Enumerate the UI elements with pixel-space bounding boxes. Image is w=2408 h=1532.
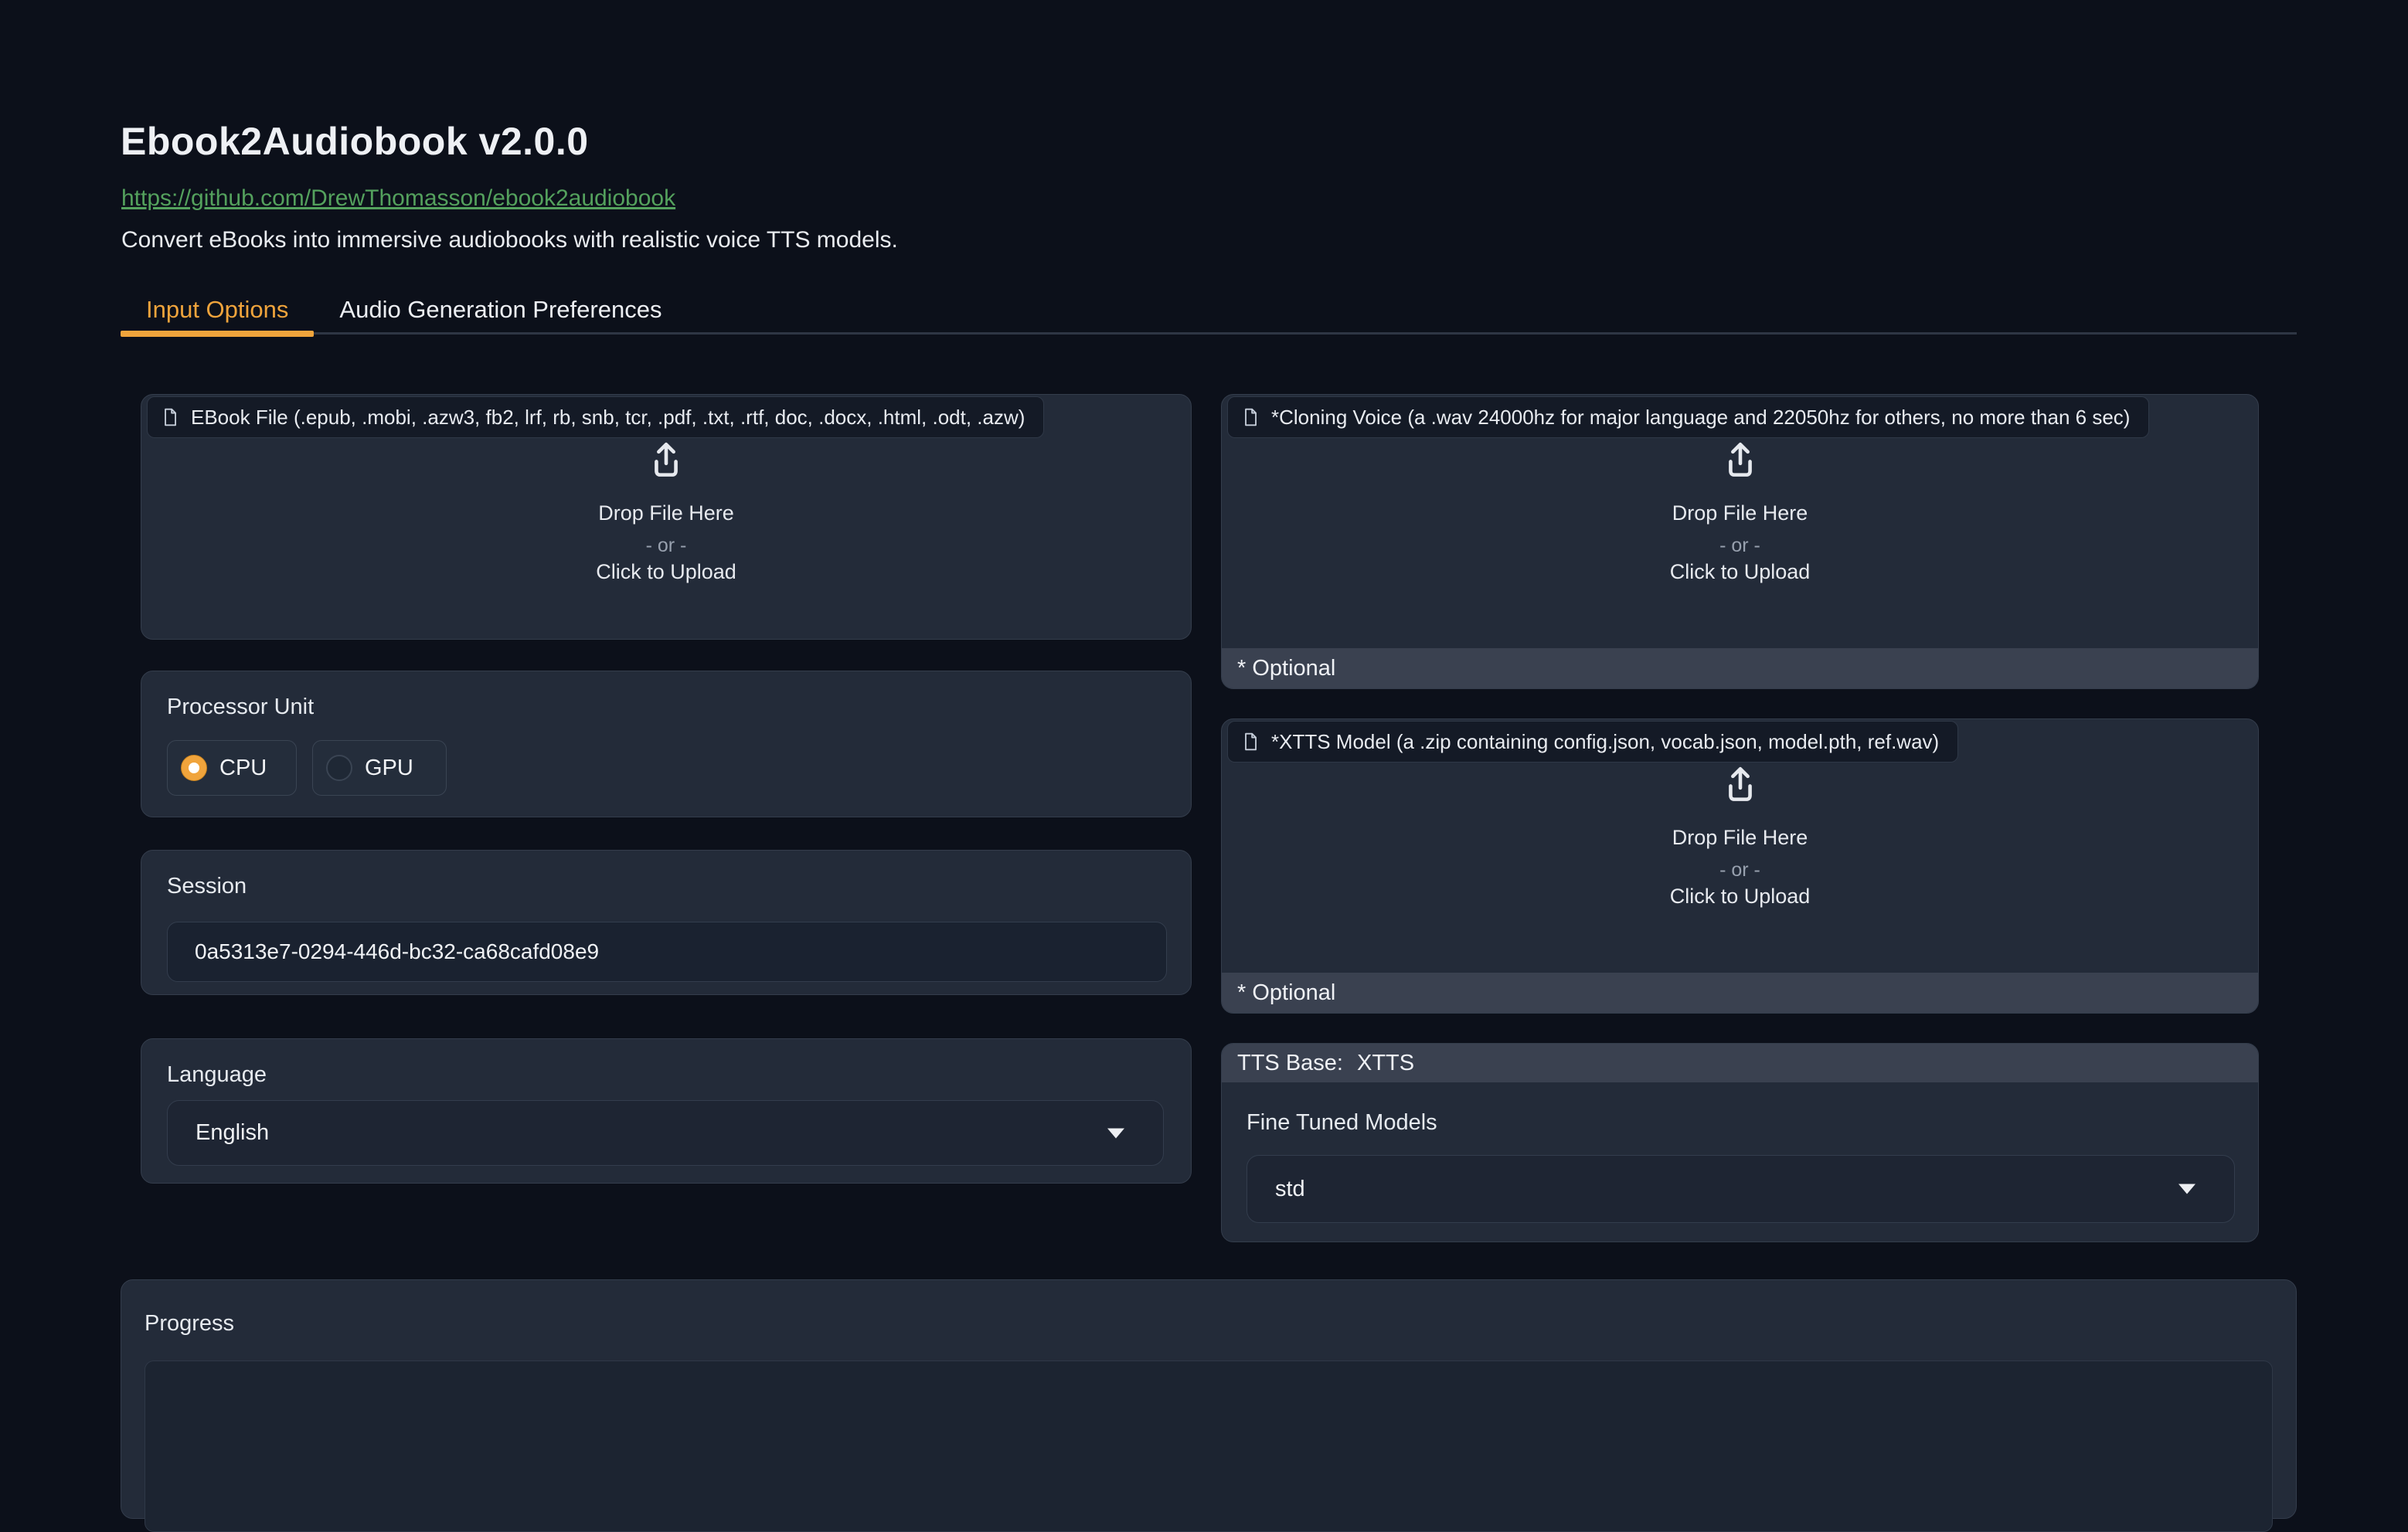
drop-file-here-text: Drop File Here <box>1222 501 2258 525</box>
upload-icon <box>1718 438 1763 483</box>
drop-file-here-text: Drop File Here <box>1222 826 2258 850</box>
xtts-model-label-chip: *XTTS Model (a .zip containing config.js… <box>1227 721 1958 763</box>
tts-base-label: TTS Base: <box>1237 1051 1343 1076</box>
tab-input-options[interactable]: Input Options <box>121 287 314 332</box>
tts-base-panel: TTS Base: XTTS Fine Tuned Models std <box>1221 1043 2259 1242</box>
drop-file-here-text: Drop File Here <box>141 501 1191 525</box>
session-label: Session <box>167 874 247 899</box>
ebook-file-label-chip: EBook File (.epub, .mobi, .azw3, fb2, lr… <box>147 396 1044 438</box>
page-title: Ebook2Audiobook v2.0.0 <box>121 119 589 164</box>
tts-base-value: XTTS <box>1357 1051 1414 1076</box>
fine-tuned-models-label: Fine Tuned Models <box>1247 1110 1437 1136</box>
xtts-model-optional-note: * Optional <box>1222 973 2258 1013</box>
chevron-down-icon <box>2178 1184 2195 1194</box>
github-link[interactable]: https://github.com/DrewThomasson/ebook2a… <box>121 185 675 212</box>
cloning-voice-panel: Drop File Here - or - Click to Upload *C… <box>1221 394 2259 689</box>
radio-option-cpu[interactable]: CPU <box>167 740 297 796</box>
file-icon <box>1240 730 1260 753</box>
tts-base-header: TTS Base: XTTS <box>1222 1044 2258 1082</box>
ebook-file-label: EBook File (.epub, .mobi, .azw3, fb2, lr… <box>191 406 1025 430</box>
tab-audio-generation-preferences-label: Audio Generation Preferences <box>339 296 662 324</box>
progress-output-box <box>145 1360 2273 1532</box>
radio-option-gpu[interactable]: GPU <box>312 740 447 796</box>
session-panel: Session <box>141 850 1192 995</box>
cloning-voice-label-chip: *Cloning Voice (a .wav 24000hz for major… <box>1227 396 2149 438</box>
progress-panel: Progress <box>121 1279 2297 1519</box>
tab-input-options-label: Input Options <box>146 296 288 324</box>
or-text: - or - <box>1222 535 2258 557</box>
fine-tuned-models-value: std <box>1275 1177 1305 1202</box>
xtts-model-panel: Drop File Here - or - Click to Upload *X… <box>1221 718 2259 1014</box>
or-text: - or - <box>141 535 1191 557</box>
fine-tuned-models-dropdown[interactable]: std <box>1247 1155 2235 1223</box>
progress-label: Progress <box>145 1311 234 1337</box>
cloning-voice-label: *Cloning Voice (a .wav 24000hz for major… <box>1271 406 2130 430</box>
app-description: Convert eBooks into immersive audiobooks… <box>121 227 898 253</box>
optional-text: * Optional <box>1237 656 1335 681</box>
radio-gpu-label: GPU <box>365 756 413 781</box>
radio-selected-icon <box>181 755 207 781</box>
optional-text: * Optional <box>1237 980 1335 1006</box>
language-panel: Language English <box>141 1038 1192 1184</box>
radio-cpu-label: CPU <box>219 756 267 781</box>
processor-unit-panel: Processor Unit CPU GPU <box>141 671 1192 817</box>
file-icon <box>160 406 180 429</box>
language-label: Language <box>167 1062 267 1088</box>
cloning-voice-optional-note: * Optional <box>1222 648 2258 688</box>
language-dropdown[interactable]: English <box>167 1100 1164 1166</box>
ebook-upload-panel: Drop File Here - or - Click to Upload EB… <box>141 394 1192 640</box>
click-to-upload-text: Click to Upload <box>1222 560 2258 584</box>
session-input[interactable] <box>167 922 1167 982</box>
tab-audio-generation-preferences[interactable]: Audio Generation Preferences <box>314 287 687 332</box>
language-dropdown-value: English <box>196 1120 269 1146</box>
upload-icon <box>1718 763 1763 807</box>
file-icon <box>1240 406 1260 429</box>
or-text: - or - <box>1222 859 2258 881</box>
tab-bar: Input Options Audio Generation Preferenc… <box>121 287 2297 335</box>
click-to-upload-text: Click to Upload <box>1222 885 2258 909</box>
chevron-down-icon <box>1107 1128 1124 1138</box>
xtts-model-label: *XTTS Model (a .zip containing config.js… <box>1271 730 1939 754</box>
processor-unit-label: Processor Unit <box>167 695 314 720</box>
click-to-upload-text: Click to Upload <box>141 560 1191 584</box>
radio-unselected-icon <box>326 755 352 781</box>
upload-icon <box>644 438 689 483</box>
